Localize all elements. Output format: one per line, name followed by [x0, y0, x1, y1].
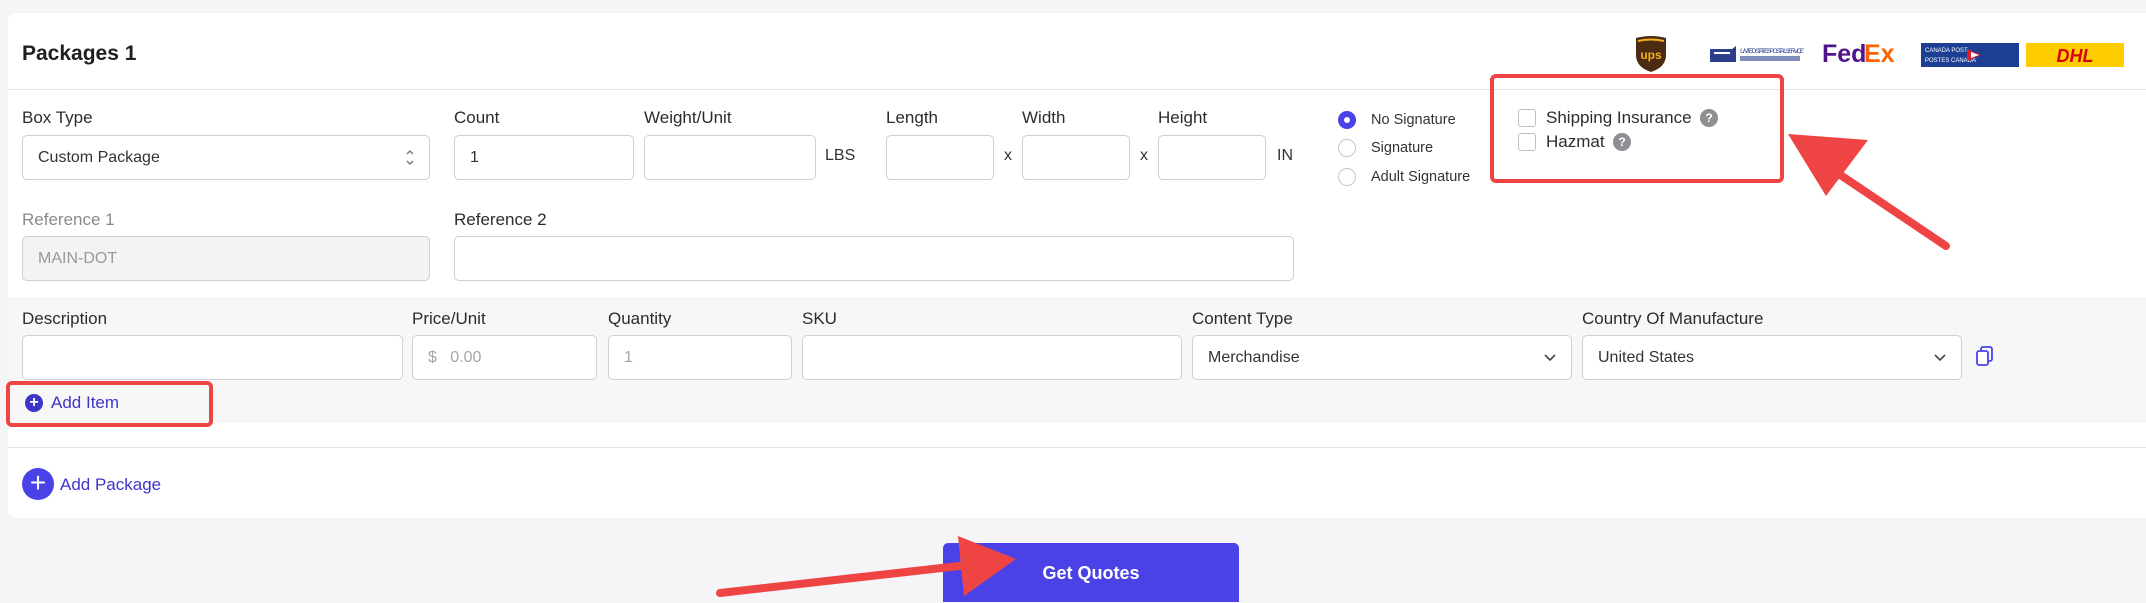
annotation-arrow-quotes: [716, 536, 1016, 597]
annotation-arrows: [716, 134, 1950, 597]
annotation-arrow-extras: [1788, 134, 1950, 250]
